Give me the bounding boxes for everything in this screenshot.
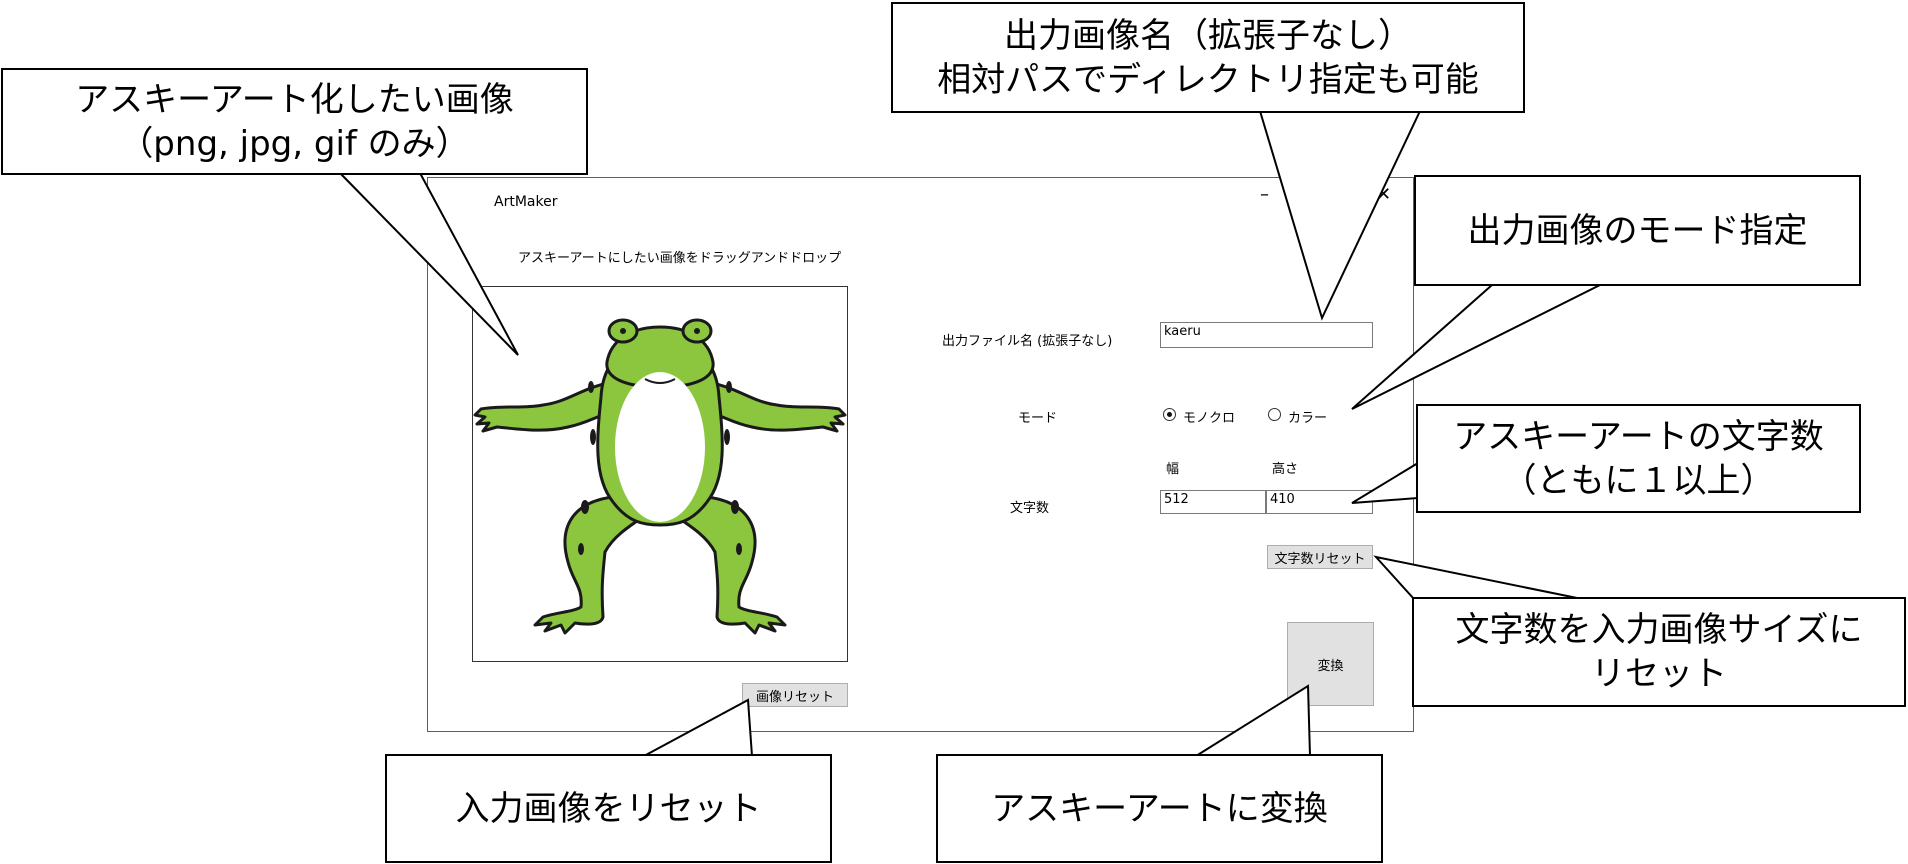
callout-mode: 出力画像のモード指定	[1414, 175, 1861, 286]
callout-convert: アスキーアートに変換	[936, 754, 1383, 863]
image-reset-tail	[643, 698, 754, 757]
output-name-tail	[1258, 110, 1422, 321]
mode-tail	[1351, 284, 1601, 410]
callout-char-count: アスキーアートの文字数 （ともに１以上）	[1416, 404, 1861, 513]
char-count-tail	[1351, 461, 1419, 504]
char-reset-tail	[1373, 555, 1583, 600]
callout-image-reset: 入力画像をリセット	[385, 754, 832, 863]
callout-char-reset: 文字数を入力画像サイズに リセット	[1412, 597, 1906, 707]
callout-output-name: 出力画像名（拡張子なし） 相対パスでディレクトリ指定も可能	[891, 2, 1525, 113]
callout-input-image: アスキーアート化したい画像 （png, jpg, gif のみ）	[1, 68, 588, 175]
input-image-tail	[337, 172, 519, 356]
convert-tail	[1192, 684, 1312, 757]
